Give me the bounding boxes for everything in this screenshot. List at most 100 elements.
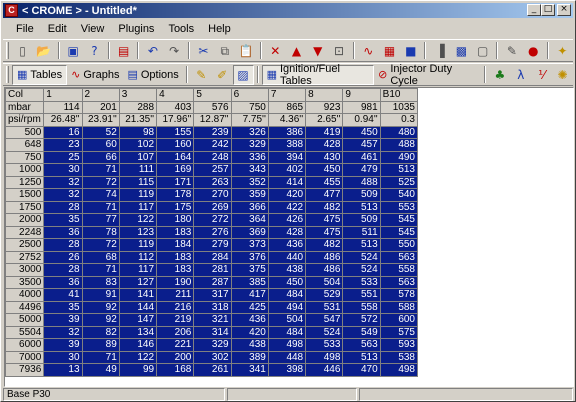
pen-alt-icon[interactable]: ✐ <box>212 65 233 85</box>
table-cell[interactable]: 446 <box>305 363 344 377</box>
psi-cell[interactable]: 21.35'' <box>118 113 158 127</box>
table-cell[interactable]: 200 <box>156 350 195 364</box>
table-cell[interactable]: 66 <box>81 150 120 164</box>
table-cell[interactable]: 504 <box>305 275 344 289</box>
table-cell[interactable]: 287 <box>193 275 232 289</box>
mbar-cell[interactable]: 201 <box>81 100 120 114</box>
table-cell[interactable]: 376 <box>230 250 269 264</box>
probe-icon[interactable]: ✎ <box>501 41 522 61</box>
table-cell[interactable]: 394 <box>267 150 307 164</box>
increase-icon[interactable]: ▲ <box>286 41 307 61</box>
table-cell[interactable]: 36 <box>43 275 83 289</box>
chip-write-icon[interactable]: ▐ <box>429 41 450 61</box>
table-cell[interactable]: 242 <box>193 138 232 152</box>
table-cell[interactable]: 336 <box>230 150 269 164</box>
table-cell[interactable]: 123 <box>118 225 158 239</box>
table-cell[interactable]: 428 <box>305 138 344 152</box>
rpm-row-header[interactable]: 6000 <box>5 338 45 352</box>
rpm-row-header[interactable]: 7000 <box>5 350 45 364</box>
table-cell[interactable]: 102 <box>118 138 158 152</box>
table-cell[interactable]: 141 <box>118 288 158 302</box>
highlight-icon[interactable]: ▨ <box>232 64 254 85</box>
table-cell[interactable]: 450 <box>267 275 307 289</box>
column-header[interactable]: 1 <box>43 88 83 102</box>
table-cell[interactable]: 281 <box>193 263 232 277</box>
table-cell[interactable]: 475 <box>305 213 344 227</box>
table-cell[interactable]: 49 <box>81 363 120 377</box>
table-cell[interactable]: 430 <box>305 150 344 164</box>
table-cell[interactable]: 134 <box>118 325 158 339</box>
table-cell[interactable]: 479 <box>342 163 381 177</box>
table-cell[interactable]: 524 <box>305 325 344 339</box>
table-cell[interactable]: 398 <box>267 363 307 377</box>
table-cell[interactable]: 359 <box>230 188 269 202</box>
rpm-row-header[interactable]: 1500 <box>5 188 45 202</box>
table-cell[interactable]: 455 <box>305 175 344 189</box>
table-cell[interactable]: 450 <box>305 163 344 177</box>
table-cell[interactable]: 509 <box>342 188 381 202</box>
column-header[interactable]: 8 <box>305 88 344 102</box>
table-cell[interactable]: 111 <box>118 163 158 177</box>
close-button[interactable]: × <box>557 4 571 16</box>
table-cell[interactable]: 91 <box>81 288 120 302</box>
table-cell[interactable]: 41 <box>43 288 83 302</box>
table-cell[interactable]: 82 <box>81 325 120 339</box>
table-cell[interactable]: 183 <box>156 225 195 239</box>
table-cell[interactable]: 160 <box>156 138 195 152</box>
table-cell[interactable]: 558 <box>379 263 419 277</box>
table-cell[interactable]: 35 <box>43 213 83 227</box>
table-cell[interactable]: 270 <box>193 188 232 202</box>
table-cell[interactable]: 89 <box>81 338 120 352</box>
table-cell[interactable]: 239 <box>193 125 232 139</box>
table-cell[interactable]: 115 <box>118 175 158 189</box>
table-cell[interactable]: 549 <box>342 325 381 339</box>
table-cell[interactable]: 402 <box>267 163 307 177</box>
table-cell[interactable]: 122 <box>118 350 158 364</box>
table-cell[interactable]: 461 <box>342 150 381 164</box>
psi-cell[interactable]: 23.91'' <box>81 113 120 127</box>
column-header[interactable]: B10 <box>379 88 419 102</box>
table-cell[interactable]: 513 <box>379 163 419 177</box>
rpm-row-header[interactable]: 2248 <box>5 225 45 239</box>
table-cell[interactable]: 184 <box>156 238 195 252</box>
table-cell[interactable]: 550 <box>379 238 419 252</box>
table-cell[interactable]: 428 <box>267 225 307 239</box>
table-cell[interactable]: 329 <box>230 138 269 152</box>
table-cell[interactable]: 438 <box>267 263 307 277</box>
table-cell[interactable]: 52 <box>81 125 120 139</box>
table-cell[interactable]: 341 <box>230 363 269 377</box>
table-cell[interactable]: 420 <box>230 325 269 339</box>
table-cell[interactable]: 547 <box>305 313 344 327</box>
table-cell[interactable]: 72 <box>81 175 120 189</box>
table-cell[interactable]: 92 <box>81 300 120 314</box>
table-cell[interactable]: 419 <box>305 125 344 139</box>
graph-line-icon[interactable]: ∿ <box>358 41 379 61</box>
save-as-icon[interactable]: ? <box>84 41 105 61</box>
table-cell[interactable]: 117 <box>118 200 158 214</box>
table-cell[interactable]: 216 <box>156 300 195 314</box>
graphs-button[interactable]: ∿ Graphs <box>67 65 123 85</box>
ignition-fuel-tables-button[interactable]: ▦ Ignition/Fuel Tables <box>261 63 375 87</box>
column-header[interactable]: 2 <box>81 88 120 102</box>
table-cell[interactable]: 183 <box>156 263 195 277</box>
table-cell[interactable]: 221 <box>156 338 195 352</box>
table-cell[interactable]: 35 <box>43 300 83 314</box>
tree-icon[interactable]: ♣ <box>489 65 510 85</box>
table-cell[interactable]: 168 <box>156 363 195 377</box>
table-cell[interactable]: 257 <box>193 163 232 177</box>
copy-icon[interactable]: ⧉ <box>214 41 235 61</box>
calculator-icon[interactable]: ▦ <box>379 41 400 61</box>
table-cell[interactable]: 74 <box>81 188 120 202</box>
rpm-row-header[interactable]: 4000 <box>5 288 45 302</box>
table-cell[interactable]: 71 <box>81 350 120 364</box>
table-cell[interactable]: 77 <box>81 213 120 227</box>
rpm-row-header[interactable]: 2000 <box>5 213 45 227</box>
mbar-cell[interactable]: 981 <box>342 100 381 114</box>
table-cell[interactable]: 369 <box>230 225 269 239</box>
table-cell[interactable]: 25 <box>43 150 83 164</box>
table-cell[interactable]: 71 <box>81 263 120 277</box>
table-cell[interactable]: 388 <box>267 138 307 152</box>
table-cell[interactable]: 261 <box>193 363 232 377</box>
table-cell[interactable]: 36 <box>43 225 83 239</box>
table-cell[interactable]: 440 <box>267 250 307 264</box>
